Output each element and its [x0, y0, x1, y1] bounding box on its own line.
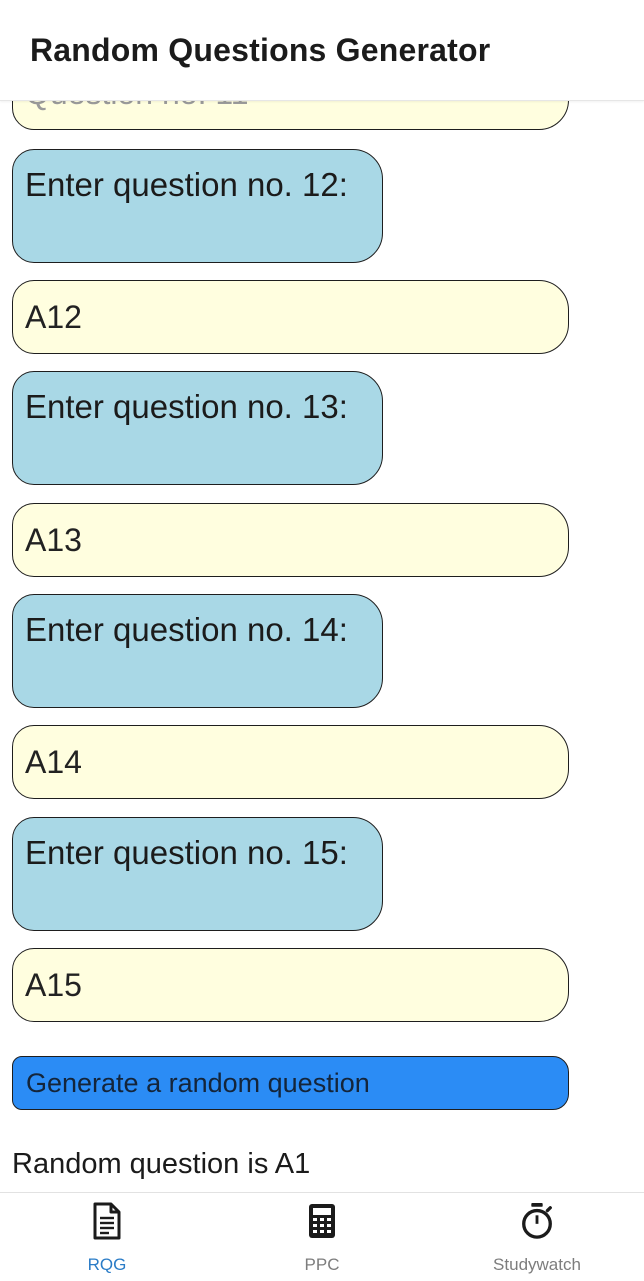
question-field-11-partial[interactable]: Question no. 11 [12, 100, 569, 130]
app-bar: Random Questions Generator [0, 0, 644, 101]
nav-item-ppc-label: PPC [304, 1255, 340, 1274]
answer-field-14-value: A14 [25, 743, 82, 780]
nav-item-studywatch[interactable]: Studywatch [430, 1193, 644, 1281]
answer-field-12[interactable]: A12 [12, 280, 569, 354]
calculator-icon [304, 1201, 340, 1241]
answer-field-13[interactable]: A13 [12, 503, 569, 577]
nav-item-rqg[interactable]: RQG [0, 1193, 214, 1281]
document-icon [89, 1201, 125, 1241]
stopwatch-icon [519, 1201, 555, 1241]
answer-field-12-value: A12 [25, 298, 82, 335]
answer-field-13-value: A13 [25, 521, 82, 558]
question-field-15[interactable]: Enter question no. 15: [12, 817, 383, 931]
scroll-content[interactable]: Question no. 11 Enter question no. 12: A… [0, 100, 644, 1192]
nav-item-studywatch-label: Studywatch [493, 1255, 581, 1274]
answer-field-15-value: A15 [25, 966, 82, 1003]
nav-item-ppc[interactable]: PPC [215, 1193, 429, 1281]
answer-field-15[interactable]: A15 [12, 948, 569, 1022]
question-field-13-label: Enter question no. 13: [25, 388, 348, 425]
question-field-14-label: Enter question no. 14: [25, 611, 348, 648]
question-field-14[interactable]: Enter question no. 14: [12, 594, 383, 708]
question-field-12-label: Enter question no. 12: [25, 166, 348, 203]
nav-item-rqg-label: RQG [87, 1255, 127, 1274]
question-field-13[interactable]: Enter question no. 13: [12, 371, 383, 485]
generate-random-question-button[interactable]: Generate a random question [12, 1056, 569, 1110]
random-question-result: Random question is A1 [12, 1148, 311, 1180]
app-title: Random Questions Generator [30, 32, 491, 68]
question-field-11-label: Question no. 11 [25, 100, 249, 112]
question-field-12[interactable]: Enter question no. 12: [12, 149, 383, 263]
bottom-navigation: RQG PPC Studywatch [0, 1192, 644, 1281]
question-field-15-label: Enter question no. 15: [25, 834, 348, 871]
answer-field-14[interactable]: A14 [12, 725, 569, 799]
